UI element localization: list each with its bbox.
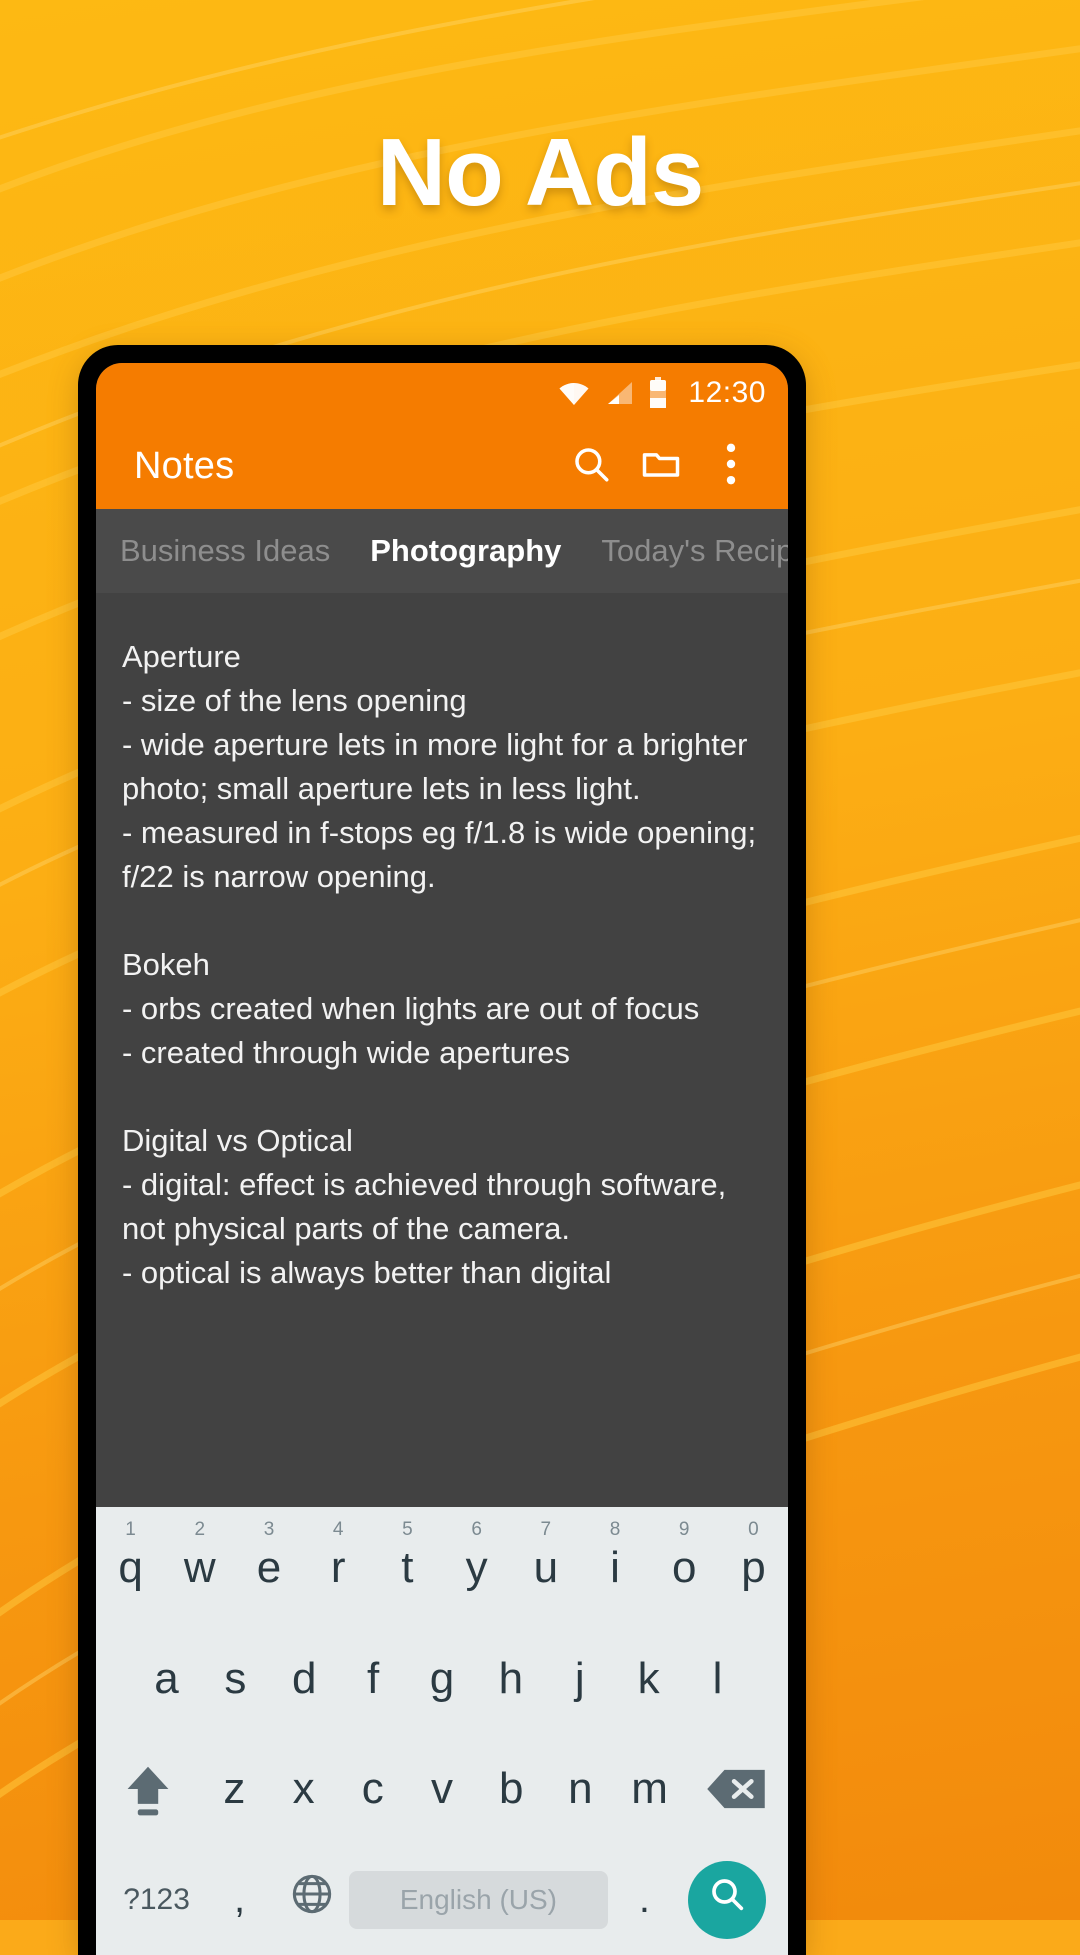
key-q-number: 1 <box>125 1519 136 1541</box>
key-l[interactable]: l <box>683 1624 752 1735</box>
key-c[interactable]: c <box>338 1734 407 1845</box>
comma-key[interactable]: , <box>203 1845 276 1955</box>
tab-todays-recipe[interactable]: Today's Recipe <box>601 533 788 569</box>
key-u-label: u <box>534 1543 558 1593</box>
key-v[interactable]: v <box>407 1734 476 1845</box>
app-bar: Notes <box>96 423 788 509</box>
cellular-signal-icon <box>604 380 634 406</box>
key-t-number: 5 <box>402 1519 413 1541</box>
search-icon <box>707 1874 747 1925</box>
keyboard-row-home: a s d f g h j k l <box>96 1624 788 1735</box>
key-p[interactable]: 0p <box>719 1513 788 1624</box>
overflow-menu-icon <box>726 443 736 490</box>
key-r-label: r <box>331 1543 346 1593</box>
period-key[interactable]: . <box>608 1845 681 1955</box>
key-q[interactable]: 1q <box>96 1513 165 1624</box>
battery-icon <box>648 377 668 409</box>
key-e-label: e <box>257 1543 281 1593</box>
backspace-icon <box>705 1766 767 1812</box>
app-title: Notes <box>134 445 556 488</box>
key-w-label: w <box>184 1543 216 1593</box>
key-z[interactable]: z <box>200 1734 269 1845</box>
key-e-number: 3 <box>264 1519 275 1541</box>
status-bar-clock: 12:30 <box>688 376 766 410</box>
wifi-icon <box>558 380 590 406</box>
key-o-number: 9 <box>679 1519 690 1541</box>
space-key[interactable]: English (US) <box>349 1871 608 1929</box>
folders-button[interactable] <box>626 431 696 501</box>
keyboard-row-bottom-letters: z x c v b n m <box>96 1734 788 1845</box>
key-g[interactable]: g <box>408 1624 477 1735</box>
search-button[interactable] <box>556 431 626 501</box>
key-q-label: q <box>118 1543 142 1593</box>
key-y[interactable]: 6y <box>442 1513 511 1624</box>
status-bar: 12:30 <box>96 363 788 423</box>
promo-headline: No Ads <box>0 118 1080 228</box>
key-s[interactable]: s <box>201 1624 270 1735</box>
keyboard-search-button[interactable] <box>681 1845 774 1955</box>
key-u-number: 7 <box>541 1519 552 1541</box>
key-x[interactable]: x <box>269 1734 338 1845</box>
keyboard-row-function: ?123 , English (US) . <box>96 1845 788 1955</box>
key-i[interactable]: 8i <box>580 1513 649 1624</box>
tab-bar: Business Ideas Photography Today's Recip… <box>96 509 788 593</box>
phone-mockup: 12:30 Notes <box>78 345 806 1955</box>
key-w-number: 2 <box>195 1519 206 1541</box>
shift-key[interactable] <box>96 1734 200 1845</box>
key-d[interactable]: d <box>270 1624 339 1735</box>
backspace-key[interactable] <box>684 1734 788 1845</box>
key-o-label: o <box>672 1543 696 1593</box>
key-f[interactable]: f <box>339 1624 408 1735</box>
key-j[interactable]: j <box>545 1624 614 1735</box>
key-k[interactable]: k <box>614 1624 683 1735</box>
on-screen-keyboard: 1q 2w 3e 4r 5t 6y 7u 8i 9o 0p a s d f g … <box>96 1507 788 1955</box>
key-i-label: i <box>610 1543 620 1593</box>
key-y-label: y <box>466 1543 488 1593</box>
key-e[interactable]: 3e <box>234 1513 303 1624</box>
phone-screen: 12:30 Notes <box>96 363 788 1955</box>
key-o[interactable]: 9o <box>650 1513 719 1624</box>
keyboard-row-qwerty: 1q 2w 3e 4r 5t 6y 7u 8i 9o 0p <box>96 1513 788 1624</box>
key-y-number: 6 <box>471 1519 482 1541</box>
key-b[interactable]: b <box>477 1734 546 1845</box>
language-switch-key[interactable] <box>276 1845 349 1955</box>
tab-photography[interactable]: Photography <box>370 533 561 569</box>
shift-icon <box>122 1761 174 1817</box>
key-n[interactable]: n <box>546 1734 615 1845</box>
key-t[interactable]: 5t <box>373 1513 442 1624</box>
symbols-key[interactable]: ?123 <box>110 1845 203 1955</box>
key-i-number: 8 <box>610 1519 621 1541</box>
key-p-label: p <box>741 1543 765 1593</box>
tab-business-ideas[interactable]: Business Ideas <box>120 533 330 569</box>
note-editor[interactable]: Aperture - size of the lens opening - wi… <box>96 593 788 1507</box>
key-m[interactable]: m <box>615 1734 684 1845</box>
key-u[interactable]: 7u <box>511 1513 580 1624</box>
key-p-number: 0 <box>748 1519 759 1541</box>
overflow-menu-button[interactable] <box>696 431 766 501</box>
folder-icon <box>639 442 683 491</box>
key-a[interactable]: a <box>132 1624 201 1735</box>
search-fab[interactable] <box>688 1861 766 1939</box>
key-t-label: t <box>401 1543 413 1593</box>
search-icon <box>570 443 612 490</box>
key-w[interactable]: 2w <box>165 1513 234 1624</box>
key-r[interactable]: 4r <box>304 1513 373 1624</box>
key-h[interactable]: h <box>476 1624 545 1735</box>
key-r-number: 4 <box>333 1519 344 1541</box>
